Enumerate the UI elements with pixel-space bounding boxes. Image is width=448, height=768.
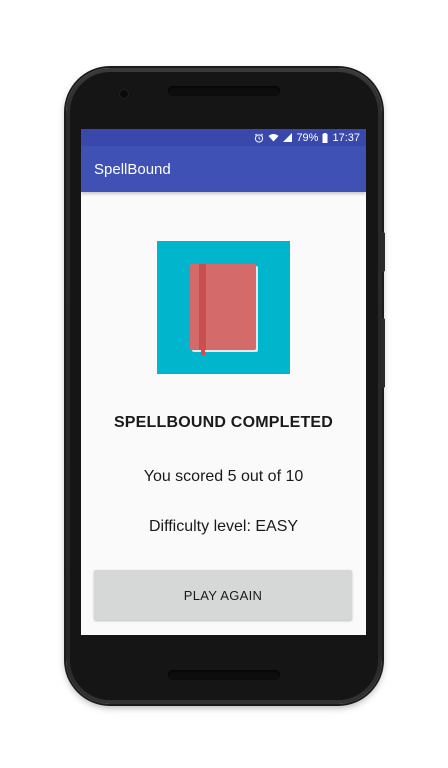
battery-icon [322, 132, 328, 143]
app-bar: SpellBound [81, 146, 366, 192]
wifi-icon [268, 133, 279, 142]
book-spine [199, 264, 206, 350]
app-screen: 79% 17:37 SpellBound SPELLBOUND COMPLETE… [81, 129, 366, 635]
front-camera [120, 90, 128, 98]
main-content: SPELLBOUND COMPLETED You scored 5 out of… [81, 192, 366, 635]
device-frame: 79% 17:37 SpellBound SPELLBOUND COMPLETE… [0, 0, 448, 768]
completion-heading: SPELLBOUND COMPLETED [113, 414, 334, 431]
power-button [381, 318, 385, 388]
hero-image [157, 241, 290, 374]
app-title: SpellBound [94, 160, 171, 178]
alarm-icon [254, 133, 264, 143]
difficulty-text: Difficulty level: EASY [148, 518, 299, 535]
volume-button [381, 232, 385, 272]
play-again-button[interactable]: PLAY AGAIN [94, 570, 352, 620]
clock: 17:37 [332, 131, 360, 144]
status-bar: 79% 17:37 [81, 129, 366, 146]
bottom-speaker [168, 670, 280, 680]
score-text: You scored 5 out of 10 [143, 468, 304, 485]
bookmark-ribbon [201, 346, 205, 355]
book-icon [190, 264, 256, 355]
battery-percent: 79% [296, 131, 319, 144]
top-speaker [168, 86, 280, 96]
signal-icon [283, 133, 293, 142]
